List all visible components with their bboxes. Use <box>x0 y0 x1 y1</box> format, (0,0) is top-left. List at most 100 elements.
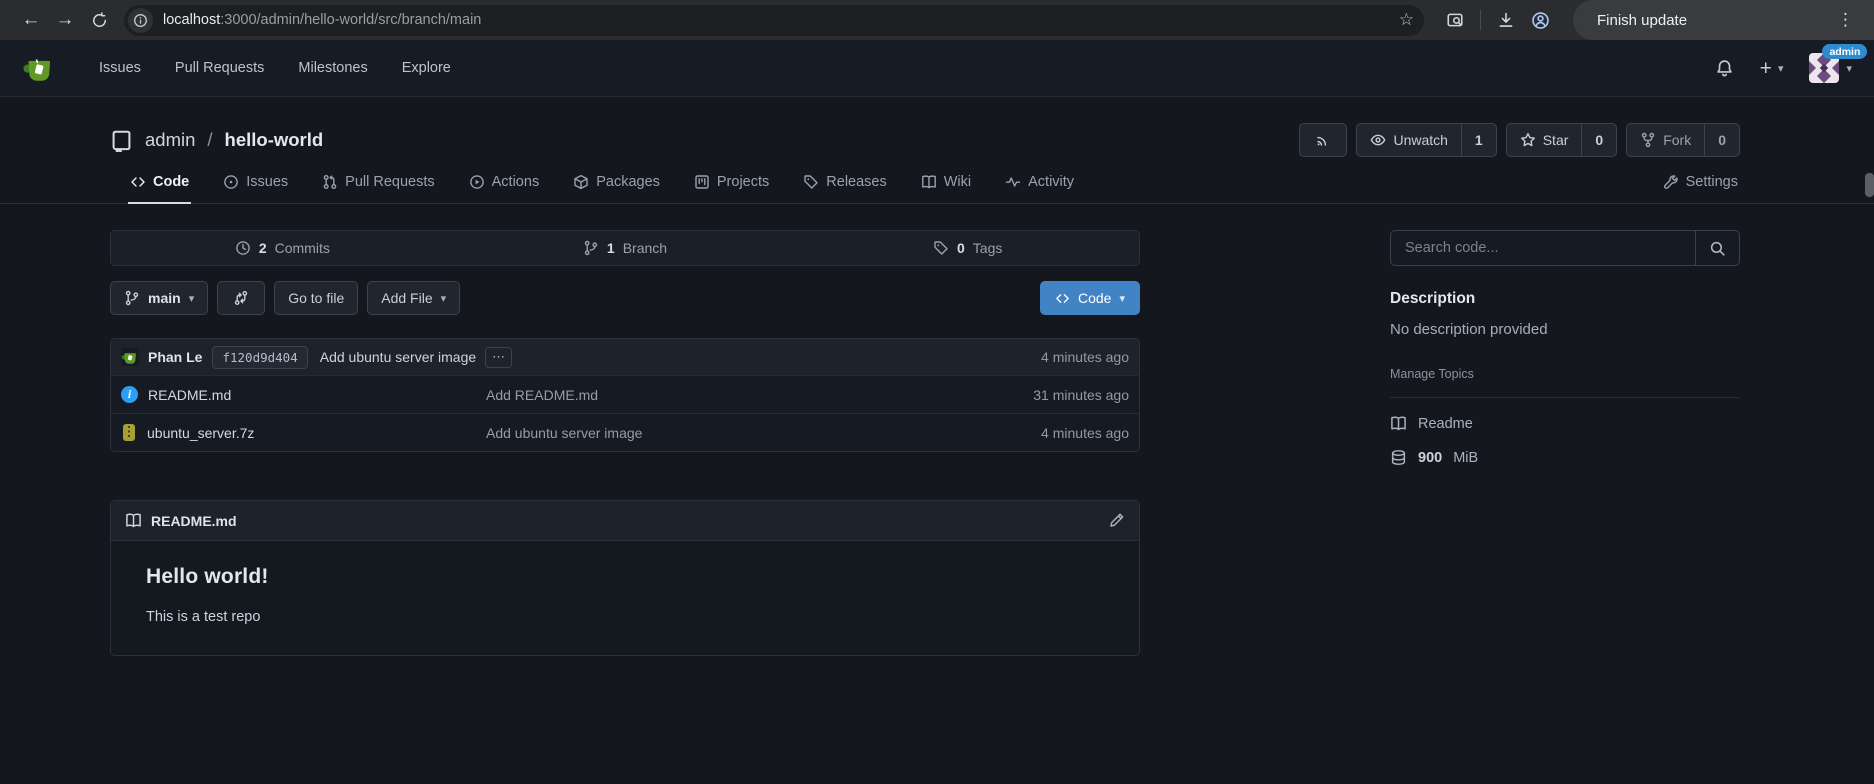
repo-title: admin / hello-world <box>110 129 323 152</box>
readme-header: README.md <box>111 501 1139 541</box>
browser-profile-button[interactable] <box>1523 3 1557 37</box>
finish-update-button[interactable]: Finish update <box>1597 12 1687 29</box>
bookmark-star-icon[interactable]: ☆ <box>1399 10 1414 30</box>
edit-readme-button[interactable] <box>1108 512 1125 529</box>
browser-back-button[interactable]: ← <box>14 3 48 37</box>
tab-packages[interactable]: Packages <box>571 174 662 203</box>
browser-forward-button[interactable]: → <box>48 3 82 37</box>
pencil-icon <box>1108 512 1125 529</box>
tags-stat[interactable]: 0 Tags <box>796 231 1139 265</box>
browser-reload-button[interactable] <box>82 3 116 37</box>
branch-icon <box>583 240 599 256</box>
code-download-button[interactable]: Code ▾ <box>1040 281 1140 315</box>
tab-settings[interactable]: Settings <box>1661 174 1740 203</box>
commit-hash[interactable]: f120d9d404 <box>212 346 307 369</box>
stars-count[interactable]: 0 <box>1581 124 1616 156</box>
fork-button[interactable]: Fork 0 <box>1626 123 1740 157</box>
branches-label: Branch <box>623 240 667 256</box>
navbar-item-explore[interactable]: Explore <box>385 60 468 76</box>
commit-expand-button[interactable]: ⋯ <box>485 347 512 368</box>
navbar-item-issues[interactable]: Issues <box>82 60 158 76</box>
compare-icon <box>233 290 249 306</box>
file-name-link[interactable]: ubuntu_server.7z <box>147 425 254 441</box>
table-row: README.md Add README.md 31 minutes ago <box>111 375 1139 413</box>
scrollbar-thumb[interactable] <box>1865 173 1874 197</box>
repo-name-link[interactable]: hello-world <box>225 129 324 151</box>
reload-icon <box>91 12 108 29</box>
navbar-item-milestones[interactable]: Milestones <box>281 60 384 76</box>
address-bar[interactable]: localhost:3000/admin/hello-world/src/bra… <box>124 5 1424 36</box>
file-commit-message[interactable]: Add ubuntu server image <box>486 425 1041 441</box>
forks-count[interactable]: 0 <box>1704 124 1739 156</box>
commit-author-avatar[interactable] <box>121 348 139 366</box>
file-commit-time: 4 minutes ago <box>1041 425 1129 441</box>
gitea-logo[interactable] <box>22 51 56 85</box>
settings-icon <box>1663 174 1679 190</box>
search-input[interactable] <box>1391 231 1695 265</box>
history-icon <box>235 240 251 256</box>
chevron-down-icon: ▾ <box>1119 292 1125 305</box>
readme-heading: Hello world! <box>146 565 1104 589</box>
tab-wiki[interactable]: Wiki <box>919 174 973 203</box>
main-column: 2 Commits 1 Branch 0 Tags main ▾ <box>110 230 1140 656</box>
tab-activity[interactable]: Activity <box>1003 174 1076 203</box>
file-commit-message[interactable]: Add README.md <box>486 387 1033 403</box>
tab-code[interactable]: Code <box>128 174 191 203</box>
database-icon <box>1390 449 1407 466</box>
commits-count: 2 <box>259 240 267 256</box>
branches-stat[interactable]: 1 Branch <box>454 231 797 265</box>
bell-icon <box>1715 59 1734 78</box>
chevron-down-icon: ▾ <box>441 292 447 305</box>
star-button[interactable]: Star 0 <box>1506 123 1617 157</box>
repo-owner-link[interactable]: admin <box>145 129 195 151</box>
create-new-button[interactable]: + ▾ <box>1760 58 1784 79</box>
navbar-item-pull-requests[interactable]: Pull Requests <box>158 60 281 76</box>
tab-projects[interactable]: Projects <box>692 174 771 203</box>
project-icon <box>694 174 710 190</box>
code-icon <box>1055 291 1070 306</box>
repo-stats-bar: 2 Commits 1 Branch 0 Tags <box>110 230 1140 266</box>
sidebar-divider <box>1390 397 1740 398</box>
plus-icon: + <box>1760 58 1772 79</box>
actions-icon <box>469 174 485 190</box>
chevron-down-icon: ▾ <box>189 292 195 305</box>
go-to-file-button[interactable]: Go to file <box>274 281 358 315</box>
url-path: :3000/admin/hello-world/src/branch/main <box>220 12 481 28</box>
commit-message[interactable]: Add ubuntu server image <box>320 349 476 365</box>
search-button[interactable] <box>1695 231 1739 265</box>
search-tabs-icon <box>1446 11 1464 29</box>
compare-branches-button[interactable] <box>217 281 265 315</box>
site-info-icon[interactable] <box>128 8 153 33</box>
tab-pull-requests[interactable]: Pull Requests <box>320 174 436 203</box>
commits-stat[interactable]: 2 Commits <box>111 231 454 265</box>
search-tabs-button[interactable] <box>1438 3 1472 37</box>
tab-releases[interactable]: Releases <box>801 174 888 203</box>
navbar-right: + ▾ admin ▾ <box>1715 53 1852 83</box>
tab-actions[interactable]: Actions <box>467 174 542 203</box>
readme-panel: README.md Hello world! This is a test re… <box>110 500 1140 656</box>
readme-meta-link[interactable]: Readme <box>1390 415 1740 432</box>
user-menu[interactable]: admin ▾ <box>1809 53 1852 83</box>
branch-selector[interactable]: main ▾ <box>110 281 208 315</box>
fork-label: Fork <box>1663 132 1691 148</box>
repo-size: 900 MiB <box>1390 449 1740 466</box>
rss-feed-button[interactable] <box>1299 123 1347 157</box>
toolbar-divider <box>1480 10 1481 30</box>
watchers-count[interactable]: 1 <box>1461 124 1496 156</box>
table-row: ubuntu_server.7z Add ubuntu server image… <box>111 413 1139 451</box>
downloads-button[interactable] <box>1489 3 1523 37</box>
manage-topics-link[interactable]: Manage Topics <box>1390 367 1740 381</box>
add-file-button[interactable]: Add File ▾ <box>367 281 460 315</box>
unwatch-button[interactable]: Unwatch 1 <box>1356 123 1496 157</box>
readme-filename[interactable]: README.md <box>151 513 237 529</box>
commit-author-name[interactable]: Phan Le <box>148 349 202 365</box>
rss-icon <box>1315 132 1331 148</box>
file-name-link[interactable]: README.md <box>148 387 231 403</box>
tab-issues[interactable]: Issues <box>221 174 290 203</box>
repository-icon <box>110 129 133 152</box>
profile-icon <box>1531 11 1550 30</box>
browser-menu-button[interactable]: ⋮ <box>1833 10 1858 30</box>
branch-toolbar: main ▾ Go to file Add File ▾ Code <box>110 281 1140 315</box>
notifications-button[interactable] <box>1715 59 1734 78</box>
code-icon <box>130 174 146 190</box>
